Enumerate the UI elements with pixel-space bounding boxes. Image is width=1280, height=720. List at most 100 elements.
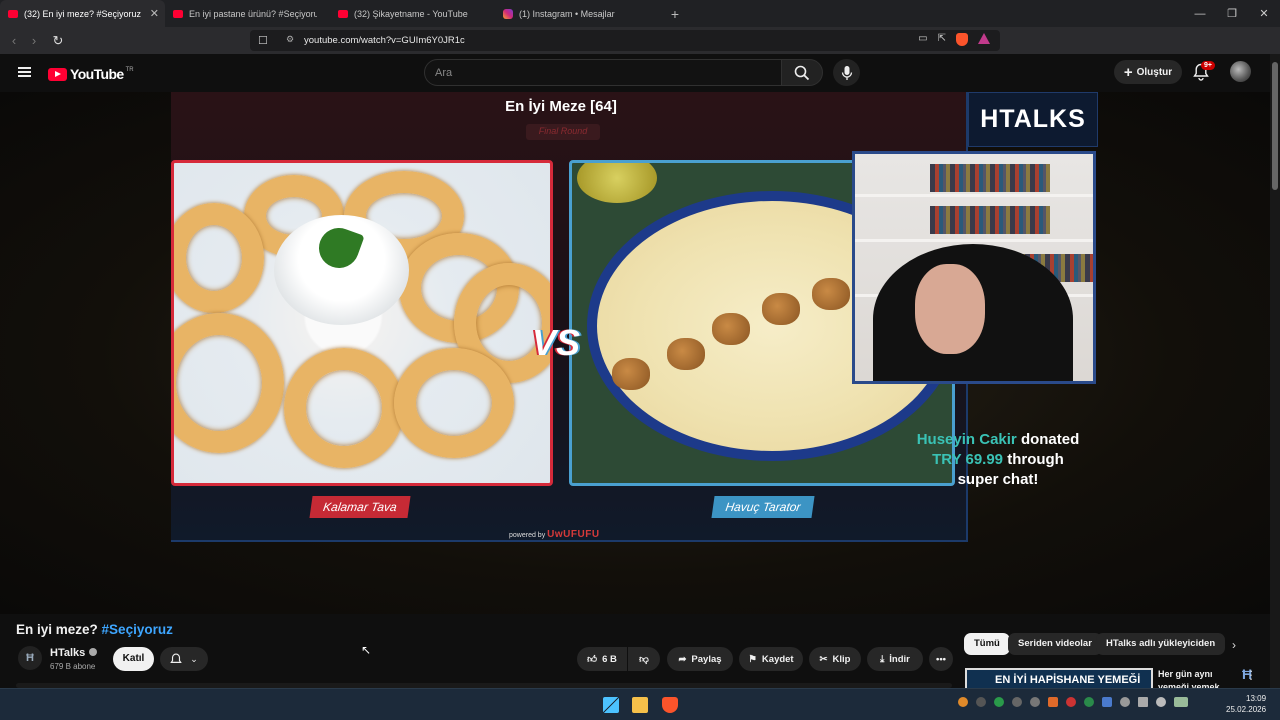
share-button[interactable]: ➦ Paylaş [667,647,733,671]
channel-avatar[interactable]: Ħ [18,646,42,670]
browser-tab-active[interactable]: (32) En iyi meze? #Seçiyoruz ✕ [0,0,165,27]
hamburger-menu-icon[interactable] [18,67,31,77]
instagram-icon [503,8,513,19]
back-button[interactable]: ‹ [4,33,24,48]
browser-tab[interactable]: En iyi pastane ürünü? #Seçiyoruz - Yo [165,0,330,27]
tray-app-icon[interactable] [1066,697,1076,707]
search-button[interactable] [781,59,823,86]
hashtag-link[interactable]: #Seçiyoruz [102,622,173,637]
htalks-brand-box: HTALKS [968,92,1098,147]
brave-shields-icon[interactable] [956,33,968,46]
youtube-play-icon [48,67,67,81]
more-horizontal-icon: ••• [936,653,946,665]
search-icon [794,65,810,80]
video-player[interactable]: En İyi Meze [64] Final Round VS Kalamar … [0,92,1270,682]
brave-rewards-icon[interactable] [978,33,990,44]
dislike-button[interactable]: 👎︎ [628,647,660,671]
minimize-button[interactable]: — [1184,0,1216,27]
brave-browser-icon[interactable] [662,697,678,713]
scrollbar-thumb[interactable] [1272,62,1278,190]
forward-button[interactable]: › [24,33,44,48]
bracket-title: En İyi Meze [64] [505,98,617,115]
more-vertical-icon[interactable]: ⋮ [1245,668,1257,682]
like-button[interactable]: 👍︎ 6 B [577,647,627,671]
left-option-image [171,160,553,486]
chip-all[interactable]: Tümü [964,633,1010,655]
tray-app-icon[interactable] [1102,697,1112,707]
tab-label: (32) Şikayetname - YouTube [354,8,468,19]
tray-app-icon[interactable] [1012,697,1022,707]
tab-label: (1) Instagram • Mesajlar [519,8,615,19]
more-actions-button[interactable]: ••• [929,647,953,671]
chip-series[interactable]: Seriden videolar [1008,633,1102,655]
clock-date: 25.02.2026 [1226,705,1267,714]
browser-tab[interactable]: (1) Instagram • Mesajlar [495,0,660,27]
network-icon[interactable] [1138,697,1148,707]
volume-icon[interactable] [1156,697,1166,707]
verified-badge-icon [89,648,98,656]
video-content-frame: En İyi Meze [64] Final Round VS Kalamar … [171,92,968,542]
site-settings-icon[interactable]: ⚙ [286,34,294,45]
tray-app-icon[interactable] [1084,697,1094,707]
youtube-header: YouTube TR Ara + Oluştur 9+ [0,54,1270,92]
share-arrow-icon: ➦ [678,653,687,665]
recommended-thumbnail[interactable]: EN İYİ HAPİSHANE YEMEĞİ [965,668,1153,690]
plus-icon: + [1123,63,1133,81]
thumbs-down-icon: 👎︎ [639,654,649,665]
new-tab-button[interactable]: + [668,6,682,22]
url-field[interactable]: ☐ ⚙ youtube.com/watch?v=GUIm6Y0JR1c ▭ ⇱ [250,30,1000,51]
cast-icon[interactable]: ▭ [918,33,927,46]
account-avatar[interactable] [1230,61,1251,82]
subscriber-count: 679 B abone [50,662,96,671]
youtube-icon [8,9,18,18]
channel-name[interactable]: HTalks [50,647,98,659]
tray-app-icon[interactable] [1030,697,1040,707]
join-button[interactable]: Katıl [113,647,154,671]
tray-app-icon[interactable] [958,697,968,707]
browser-tab-bar: (32) En iyi meze? #Seçiyoruz ✕ En iyi pa… [0,0,1280,27]
share-icon[interactable]: ⇱ [938,33,946,46]
chevron-right-icon[interactable]: › [1232,638,1236,652]
create-button[interactable]: + Oluştur [1114,60,1182,84]
file-explorer-icon[interactable] [632,697,648,713]
taskbar-clock[interactable]: 13:09 25.02.2026 [1226,693,1266,715]
tab-label: (32) En iyi meze? #Seçiyoruz [24,8,142,19]
search-input[interactable]: Ara [424,59,782,86]
youtube-wordmark: YouTube [70,66,124,82]
reload-button[interactable]: ↻ [48,33,68,49]
url-actions: ▭ ⇱ [918,33,990,46]
save-button[interactable]: ⚑ Kaydet [739,647,803,671]
superchat-alert: Huseyin Cakir donated TRY 69.99 through … [916,431,1080,488]
tray-app-icon[interactable] [994,697,1004,707]
powered-by: powered by UwUFUFU [509,529,600,540]
close-tab-icon[interactable]: ✕ [150,7,159,20]
windows-start-icon[interactable] [603,697,619,713]
scissors-icon: ✂ [819,653,828,665]
right-option-label: Havuç Tarator [711,496,815,518]
browser-tab[interactable]: (32) Şikayetname - YouTube [330,0,495,27]
youtube-icon [173,9,183,18]
clip-button[interactable]: ✂ Klip [809,647,861,671]
url-text: youtube.com/watch?v=GUIm6Y0JR1c [304,35,465,46]
tray-app-icon[interactable] [1048,697,1058,707]
download-button[interactable]: ⤓ İndir [867,647,923,671]
country-code: TR [125,67,134,73]
tray-app-icon[interactable] [976,697,986,707]
voice-search-button[interactable] [833,59,860,86]
round-label: Final Round [526,124,600,140]
versus-badge: VS [532,322,581,363]
bookmark-icon[interactable]: ☐ [258,34,268,47]
subscription-bell-button[interactable]: ⌄ [160,647,208,671]
close-window-button[interactable]: ✕ [1248,0,1280,27]
microphone-tray-icon[interactable] [1120,697,1130,707]
battery-icon[interactable] [1174,697,1188,707]
clock-time: 13:09 [1246,694,1267,703]
uwufufu-brand: UwUFUFU [547,529,600,540]
notification-badge: 9+ [1201,61,1215,70]
youtube-logo[interactable]: YouTube TR [48,66,134,82]
chip-uploader[interactable]: HTalks adlı yükleyiciden [1096,633,1226,655]
like-count: 6 B [602,653,617,665]
chevron-down-icon: ⌄ [190,653,198,664]
streamer-face [915,264,985,354]
maximize-button[interactable]: ❐ [1216,0,1248,27]
